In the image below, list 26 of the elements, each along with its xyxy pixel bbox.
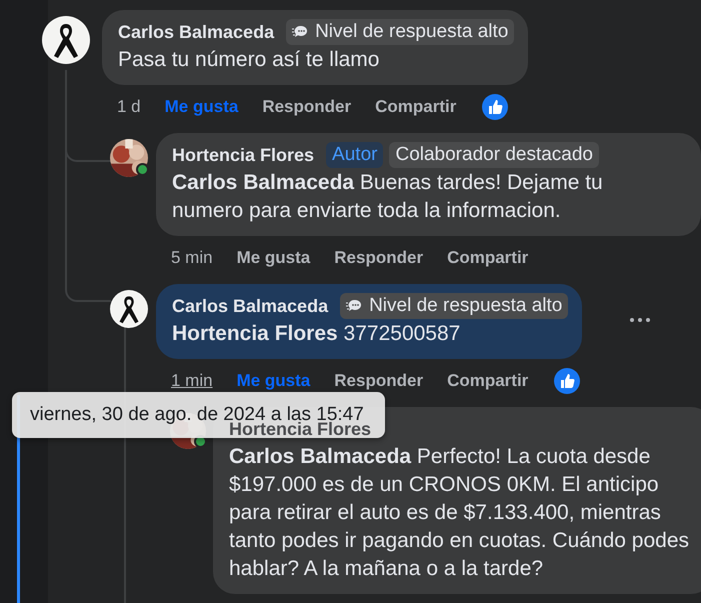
reply-link[interactable]: Responder	[262, 97, 352, 117]
ribbon-avatar	[110, 290, 148, 328]
author-name[interactable]: Carlos Balmaceda	[118, 22, 274, 42]
comment-time[interactable]: 1 d	[117, 97, 141, 117]
author-badge: Autor	[326, 142, 384, 168]
like-link[interactable]: Me gusta	[236, 248, 310, 268]
share-link[interactable]: Compartir	[447, 371, 528, 391]
response-badge: Nivel de respuesta alto	[340, 293, 568, 319]
comment-text: Carlos Balmaceda Buenas tardes! Dejame tu numero para enviarte toda la informacion.	[172, 170, 604, 224]
author-name[interactable]: Hortencia Flores	[172, 144, 314, 166]
reply-link[interactable]: Responder	[334, 248, 424, 268]
comment-text: Pasa tu número así te llamo	[118, 47, 380, 73]
ribbon-avatar	[42, 16, 90, 64]
share-link[interactable]: Compartir	[447, 248, 528, 268]
more-options-icon[interactable]	[630, 318, 650, 322]
like-reaction-icon[interactable]	[554, 368, 580, 394]
comment-time[interactable]: 5 min	[171, 248, 213, 268]
contributor-badge: Colaborador destacado	[389, 142, 599, 168]
share-link[interactable]: Compartir	[375, 97, 456, 117]
comment-text: Carlos Balmaceda Perfecto! La cuota desde $197.000 es de un CRONOS 0KM. El anticipo para retirar el auto es de $7.133.400, mientras tanto podes ir pagando en cuotas. Cuándo podes hablar? A la mañana o a la tarde?	[229, 444, 690, 582]
comment-time[interactable]: 1 min	[171, 371, 213, 391]
reply-link[interactable]: Responder	[334, 371, 424, 391]
response-badge: Nivel de respuesta alto	[286, 19, 514, 45]
comment-text: Hortencia Flores 3772500587	[172, 321, 462, 347]
author-name[interactable]: Carlos Balmaceda	[172, 296, 328, 316]
like-reaction-icon[interactable]	[482, 94, 508, 120]
